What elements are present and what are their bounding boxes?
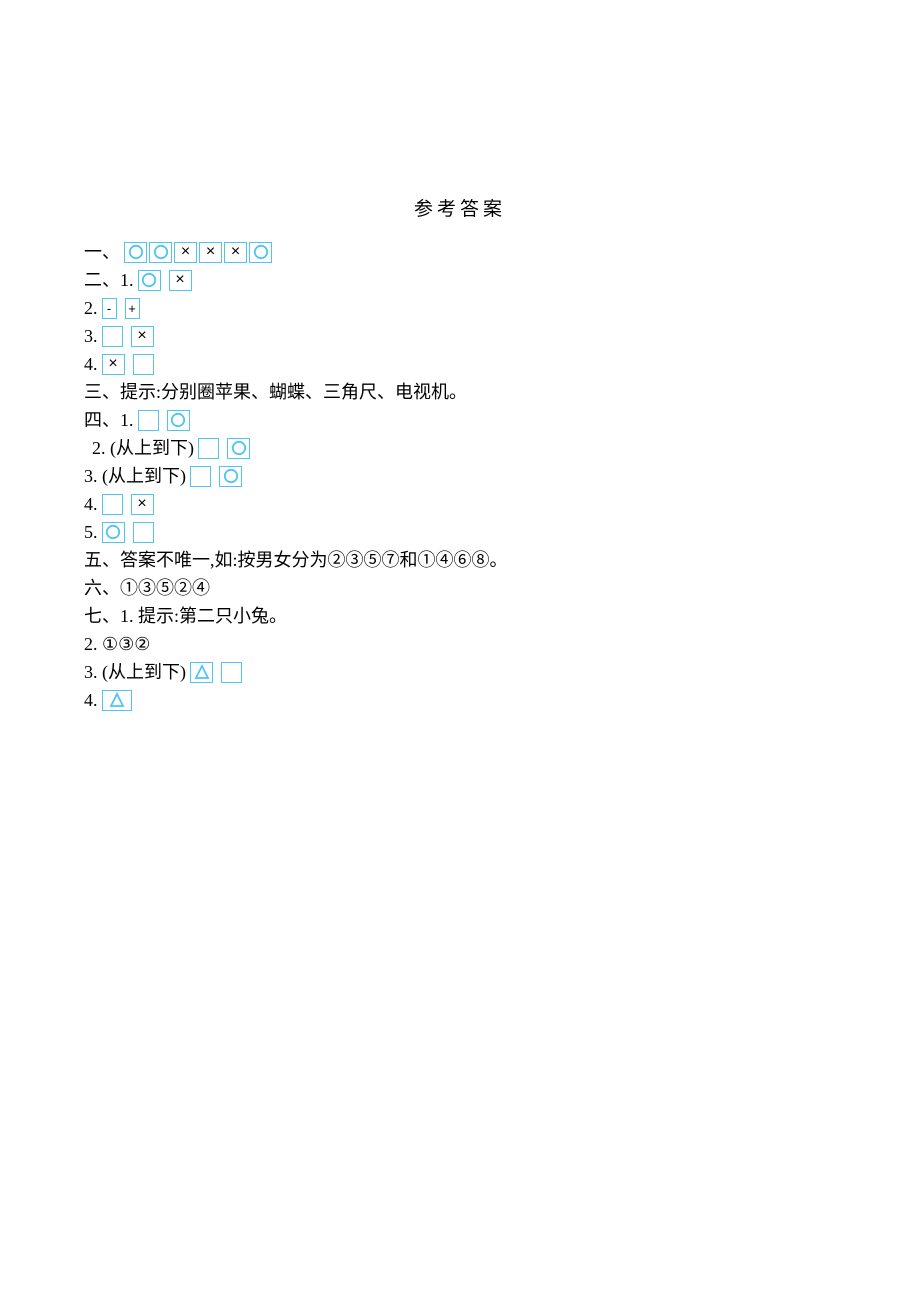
x-icon: × <box>199 242 222 263</box>
label-4-3: 3. (从上到下) <box>84 462 186 490</box>
section-7-3: 3. (从上到下) <box>84 658 836 686</box>
circle-icon <box>227 438 250 459</box>
empty-box-icon <box>138 410 159 431</box>
section-4-5: 5. <box>84 518 836 546</box>
triangle-icon <box>102 690 132 711</box>
section-2-4: 4. × <box>84 350 836 378</box>
label-7-1: 七、1. 提示:第二只小兔。 <box>84 602 287 630</box>
section-2-2: 2. - + <box>84 294 836 322</box>
x-icon: × <box>131 326 154 347</box>
label-2-1: 二、1. <box>84 266 134 294</box>
minus-icon: - <box>102 298 117 319</box>
empty-box-icon <box>190 466 211 487</box>
section-3: 三、提示:分别圈苹果、蝴蝶、三角尺、电视机。 <box>84 378 836 406</box>
section-2-3: 3. × <box>84 322 836 350</box>
label-4-4: 4. <box>84 490 98 518</box>
circle-icon <box>138 270 161 291</box>
section-6: 六、①③⑤②④ <box>84 574 836 602</box>
empty-box-icon <box>102 326 123 347</box>
section-4-2: 2. (从上到下) <box>92 434 836 462</box>
circle-icon <box>124 242 147 263</box>
circle-icon <box>167 410 190 431</box>
x-icon: × <box>131 494 154 515</box>
triangle-icon <box>190 662 213 683</box>
section-7-4: 4. <box>84 686 836 714</box>
section-2-1: 二、1. × <box>84 266 836 294</box>
section-1: 一、 × × × <box>84 238 836 266</box>
label-1: 一、 <box>84 238 120 266</box>
page: 参考答案 一、 × × × 二、1. × 2. - + 3. <box>0 0 920 714</box>
circle-icon <box>102 522 125 543</box>
empty-box-icon <box>133 354 154 375</box>
label-4-2: 2. (从上到下) <box>92 434 194 462</box>
empty-box-icon <box>221 662 242 683</box>
circle-icon <box>219 466 242 487</box>
label-7-3: 3. (从上到下) <box>84 658 186 686</box>
label-6: 六、①③⑤②④ <box>84 574 210 602</box>
page-title: 参考答案 <box>84 196 836 224</box>
label-4-1: 四、1. <box>84 406 134 434</box>
section-4-4: 4. × <box>84 490 836 518</box>
label-2-2: 2. <box>84 294 98 322</box>
label-2-4: 4. <box>84 350 98 378</box>
label-2-3: 3. <box>84 322 98 350</box>
circle-icon <box>149 242 172 263</box>
section-7-2: 2. ①③② <box>84 630 836 658</box>
section-4-3: 3. (从上到下) <box>84 462 836 490</box>
x-icon: × <box>174 242 197 263</box>
x-icon: × <box>169 270 192 291</box>
label-7-2: 2. ①③② <box>84 630 150 658</box>
label-5: 五、答案不唯一,如:按男女分为②③⑤⑦和①④⑥⑧。 <box>84 546 508 574</box>
label-4-5: 5. <box>84 518 98 546</box>
plus-icon: + <box>125 298 140 319</box>
section-7-1: 七、1. 提示:第二只小兔。 <box>84 602 836 630</box>
empty-box-icon <box>198 438 219 459</box>
x-icon: × <box>224 242 247 263</box>
label-7-4: 4. <box>84 686 98 714</box>
empty-box-icon <box>102 494 123 515</box>
empty-box-icon <box>133 522 154 543</box>
section-4-1: 四、1. <box>84 406 836 434</box>
section-5: 五、答案不唯一,如:按男女分为②③⑤⑦和①④⑥⑧。 <box>84 546 836 574</box>
x-icon: × <box>102 354 125 375</box>
circle-icon <box>249 242 272 263</box>
label-3: 三、提示:分别圈苹果、蝴蝶、三角尺、电视机。 <box>84 378 467 406</box>
